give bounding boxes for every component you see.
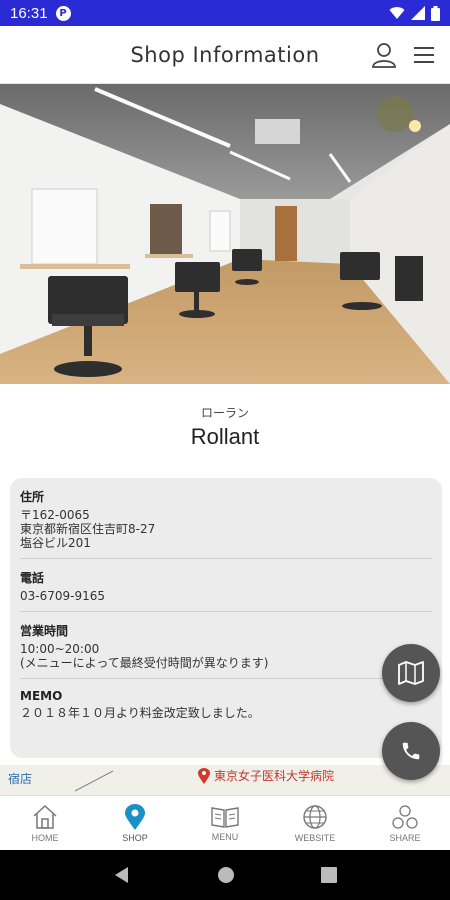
tab-menu-label: MENU [211, 831, 239, 842]
location-pin-icon [125, 803, 145, 830]
folded-map-icon [398, 661, 424, 685]
user-account-icon[interactable] [370, 41, 398, 69]
home-button-icon[interactable] [217, 866, 235, 884]
app-notification-icon: P [55, 5, 71, 21]
shop-photo [0, 84, 450, 384]
wifi-icon [389, 7, 405, 20]
hours-note: (メニューによって最終受付時間が異なります) [20, 656, 269, 670]
memo-text: ２０１８年１０月より料金改定致しました。 [20, 706, 260, 720]
tab-website-label: WEBSITE [294, 832, 336, 843]
tab-home-label: HOME [31, 832, 59, 843]
map-pin-icon [198, 768, 210, 784]
address-label: 住所 [20, 490, 45, 504]
address-line2: 塩谷ビル201 [20, 536, 91, 550]
open-map-button[interactable] [382, 644, 440, 702]
map-poi-label: 東京女子医科大学病院 [214, 769, 335, 783]
memo-label: MEMO [20, 689, 63, 703]
app-header: Shop Information [0, 26, 450, 84]
status-bar: 16:31 P [0, 0, 450, 26]
book-icon [211, 806, 239, 828]
shop-name-kana: ローラン [200, 406, 249, 420]
recents-icon[interactable] [321, 867, 337, 883]
map-station-label: 宿店 [8, 772, 33, 786]
system-nav-bar [0, 850, 450, 900]
page-title: Shop Information [130, 42, 320, 67]
tab-shop-label: SHOP [122, 832, 148, 843]
hamburger-menu-icon[interactable] [412, 43, 436, 67]
phone-section: 電話 03-6709-9165 [20, 567, 432, 612]
tab-home[interactable]: HOME [0, 796, 90, 850]
status-icons [389, 5, 440, 21]
phone-label: 電話 [20, 571, 45, 585]
home-icon [33, 804, 57, 829]
tab-menu[interactable]: MENU [180, 796, 270, 850]
hours-section: 営業時間 10:00~20:00 (メニューによって最終受付時間が異なります) [20, 620, 432, 679]
shop-map[interactable]: 宿店 東京女子医科大学病院 [0, 765, 450, 795]
hours-value: 10:00~20:00 [20, 642, 100, 656]
shop-name: Rollant [190, 424, 260, 449]
tab-share-label: SHARE [389, 832, 421, 843]
phone-icon [402, 742, 420, 760]
hours-label: 営業時間 [20, 624, 69, 638]
address-section: 住所 〒162-0065 東京都新宿区住吉町8-27 塩谷ビル201 [20, 486, 432, 559]
share-icon [392, 804, 418, 829]
shop-info-card: 住所 〒162-0065 東京都新宿区住吉町8-27 塩谷ビル201 電話 03… [10, 478, 442, 758]
address-line1: 東京都新宿区住吉町8-27 [20, 522, 156, 536]
tab-shop[interactable]: SHOP [90, 796, 180, 850]
bottom-tab-bar: HOME SHOP MENU WEBSITE SHARE [0, 795, 450, 850]
signal-icon [411, 6, 425, 20]
back-icon[interactable] [113, 866, 131, 884]
map-road [75, 770, 114, 792]
memo-section: MEMO ２０１８年１０月より料金改定致しました。 [20, 687, 432, 728]
address-postal: 〒162-0065 [20, 508, 90, 522]
tab-share[interactable]: SHARE [360, 796, 450, 850]
status-time: 16:31 [10, 4, 48, 22]
globe-icon [303, 804, 327, 829]
tab-website[interactable]: WEBSITE [270, 796, 360, 850]
call-button[interactable] [382, 722, 440, 780]
phone-number[interactable]: 03-6709-9165 [20, 589, 432, 603]
battery-icon [431, 5, 440, 21]
